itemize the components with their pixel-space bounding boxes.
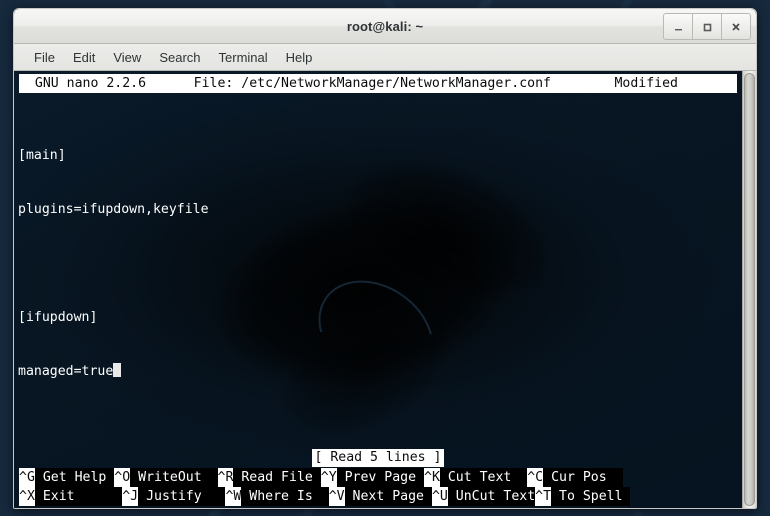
buffer-line-2: plugins=ifupdown,keyfile	[18, 201, 738, 219]
shortcut-get-help-label: Get Help	[35, 468, 114, 487]
shortcut-justify-chord: ^J	[122, 487, 138, 506]
shortcut-read-file-label: Read File	[233, 468, 320, 487]
shortcut-next-page-label: Next Page	[345, 487, 432, 506]
menu-item-view[interactable]: View	[104, 48, 150, 67]
nano-shortcut-row-1: ^G Get Help ^O WriteOut ^R Read File ^Y …	[19, 468, 737, 487]
close-icon	[730, 21, 742, 33]
shortcut-exit-label: Exit	[35, 487, 122, 506]
maximize-button[interactable]	[692, 13, 721, 40]
buffer-line-5-text: managed=true	[18, 364, 113, 379]
nano-shortcut-row-2: ^X Exit ^J Justify ^W Where Is ^V Next P…	[19, 487, 737, 506]
maximize-icon	[701, 21, 713, 33]
shortcut-next-page-chord: ^V	[329, 487, 345, 506]
nano-editor: GNU nano 2.2.6 File: /etc/NetworkManager…	[14, 71, 742, 508]
buffer-line-5: managed=true	[18, 363, 738, 381]
shortcut-get-help[interactable]: ^G Get Help	[19, 468, 114, 487]
minimize-button[interactable]	[663, 13, 692, 40]
shortcut-to-spell[interactable]: ^T To Spell	[535, 487, 630, 506]
shortcut-uncut-text-chord: ^U	[432, 487, 448, 506]
shortcut-prev-page[interactable]: ^Y Prev Page	[321, 468, 424, 487]
shortcut-writeout-label: WriteOut	[130, 468, 217, 487]
shortcut-prev-page-label: Prev Page	[337, 468, 424, 487]
nano-status-message: [ Read 5 lines ]	[312, 449, 443, 467]
menu-item-help[interactable]: Help	[277, 48, 322, 67]
window-title: root@kali: ~	[347, 19, 423, 34]
terminal-scrollbar[interactable]	[742, 71, 756, 508]
scrollbar-thumb[interactable]	[744, 73, 755, 506]
window-titlebar[interactable]: root@kali: ~	[14, 9, 756, 44]
shortcut-prev-page-chord: ^Y	[321, 468, 337, 487]
window-controls	[663, 13, 751, 40]
shortcut-justify[interactable]: ^J Justify	[122, 487, 225, 506]
shortcut-to-spell-chord: ^T	[535, 487, 551, 506]
close-button[interactable]	[721, 13, 751, 40]
shortcut-cut-text-label: Cut Text	[440, 468, 527, 487]
text-cursor	[113, 363, 121, 377]
terminal-window: root@kali: ~ File Edit View Search	[13, 8, 757, 509]
shortcut-cur-pos-label: Cur Pos	[543, 468, 622, 487]
nano-title-bar: GNU nano 2.2.6 File: /etc/NetworkManager…	[19, 74, 737, 93]
menu-item-terminal[interactable]: Terminal	[210, 48, 277, 67]
nano-shortcut-bar: ^G Get Help ^O WriteOut ^R Read File ^Y …	[19, 468, 737, 506]
shortcut-where-is-label: Where Is	[241, 487, 328, 506]
shortcut-justify-label: Justify	[138, 487, 225, 506]
buffer-line-3	[18, 255, 738, 273]
shortcut-cut-text-chord: ^K	[424, 468, 440, 487]
shortcut-uncut-text[interactable]: ^U UnCut Text	[432, 487, 535, 506]
shortcut-cur-pos-chord: ^C	[527, 468, 543, 487]
shortcut-exit-chord: ^X	[19, 487, 35, 506]
shortcut-get-help-chord: ^G	[19, 468, 35, 487]
menu-bar: File Edit View Search Terminal Help	[14, 44, 756, 71]
menu-item-search[interactable]: Search	[150, 48, 209, 67]
buffer-line-4: [ifupdown]	[18, 309, 738, 327]
menu-item-file[interactable]: File	[25, 48, 64, 67]
buffer-line-1: [main]	[18, 147, 738, 165]
shortcut-read-file-chord: ^R	[218, 468, 234, 487]
shortcut-where-is-chord: ^W	[225, 487, 241, 506]
menu-item-edit[interactable]: Edit	[64, 48, 104, 67]
nano-text-buffer[interactable]: [main] plugins=ifupdown,keyfile [ifupdow…	[18, 93, 738, 449]
shortcut-exit[interactable]: ^X Exit	[19, 487, 122, 506]
shortcut-writeout-chord: ^O	[114, 468, 130, 487]
shortcut-read-file[interactable]: ^R Read File	[218, 468, 321, 487]
shortcut-uncut-text-label: UnCut Text	[448, 487, 535, 506]
shortcut-next-page[interactable]: ^V Next Page	[329, 487, 432, 506]
shortcut-to-spell-label: To Spell	[551, 487, 630, 506]
shortcut-cur-pos[interactable]: ^C Cur Pos	[527, 468, 622, 487]
nano-status-row: [ Read 5 lines ]	[18, 449, 738, 467]
shortcut-writeout[interactable]: ^O WriteOut	[114, 468, 217, 487]
terminal-surface[interactable]: GNU nano 2.2.6 File: /etc/NetworkManager…	[14, 71, 742, 508]
shortcut-cut-text[interactable]: ^K Cut Text	[424, 468, 527, 487]
minimize-icon	[672, 21, 684, 33]
terminal-area: GNU nano 2.2.6 File: /etc/NetworkManager…	[14, 71, 756, 508]
shortcut-where-is[interactable]: ^W Where Is	[225, 487, 328, 506]
